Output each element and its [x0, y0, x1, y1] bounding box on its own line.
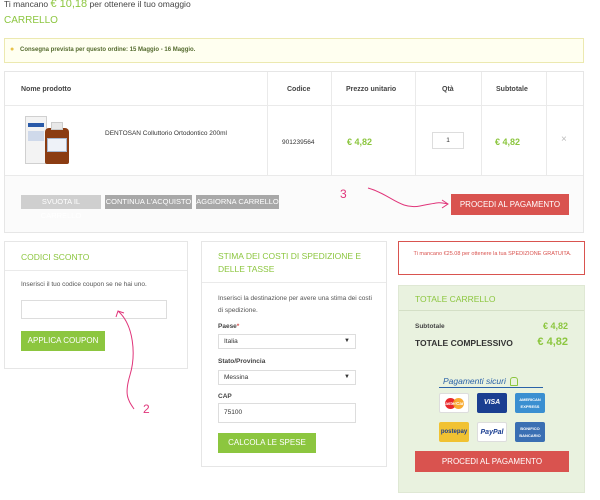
zip-value: 75100: [224, 409, 243, 416]
bank-transfer-icon: BONIFICO BANCARIO: [515, 422, 545, 442]
delivery-notice-text: Consegna prevista per questo ordine: 15 …: [20, 47, 196, 53]
grand-total-value: € 4,82: [537, 336, 568, 348]
shipping-panel: STIMA DEI COSTI DI SPEDIZIONE E DELLE TA…: [201, 241, 387, 467]
annotation-step-3: 3: [340, 187, 347, 201]
delivery-notice-box: ● Consegna prevista per questo ordine: 1…: [4, 38, 584, 63]
zip-label: CAP: [218, 393, 232, 400]
table-row: DENTOSAN Colluttorio Ortodontico 200ml 9…: [5, 106, 583, 175]
visa-icon: VISA: [477, 393, 507, 413]
continue-shopping-button[interactable]: CONTINUA L'ACQUISTO: [105, 195, 192, 209]
cart-table: Nome prodotto Codice Prezzo unitario Qtà…: [4, 71, 584, 233]
page-title: CARRELLO: [4, 15, 58, 26]
product-image[interactable]: [25, 114, 80, 166]
state-label: Stato/Provincia: [218, 358, 266, 365]
empty-cart-button[interactable]: SVUOTA IL CARRELLO: [21, 195, 101, 220]
quantity-input[interactable]: 1: [432, 132, 464, 149]
row-subtotal: € 4,82: [495, 137, 521, 147]
country-value: Italia: [224, 338, 238, 345]
apply-coupon-button[interactable]: APPLICA COUPON: [21, 331, 105, 351]
free-shipping-notice: Ti mancano €25.08 per ottenere la tua SP…: [398, 241, 585, 275]
col-header-qty: Qtà: [442, 86, 454, 93]
product-code: 901239564: [282, 139, 315, 146]
chevron-down-icon: ▼: [344, 374, 350, 380]
update-cart-button[interactable]: AGGIORNA CARRELLO: [196, 195, 279, 209]
zip-input[interactable]: 75100: [218, 403, 356, 423]
shipping-title-line2: DELLE TASSE: [218, 264, 275, 274]
banner-prefix: Ti mancano: [4, 0, 49, 9]
col-header-price: Prezzo unitario: [346, 86, 397, 93]
subtotal-value: € 4,82: [542, 321, 568, 331]
banner-amount: € 10,18: [50, 0, 88, 10]
product-name[interactable]: DENTOSAN Colluttorio Ortodontico 200ml: [105, 130, 227, 137]
col-header-subtotal: Subtotale: [496, 86, 528, 93]
shipping-title-line1: STIMA DEI COSTI DI SPEDIZIONE E: [218, 251, 362, 261]
free-shipping-text: Ti mancano €25.08 per ottenere la tua SP…: [413, 251, 572, 257]
banner-suffix: per ottenere il tuo omaggio: [89, 0, 191, 9]
mastercard-icon: MasterCard: [439, 393, 469, 413]
quantity-value: 1: [446, 137, 450, 144]
country-label: Paese*: [218, 323, 240, 330]
totals-title: TOTALE CARRELLO: [415, 294, 496, 304]
coupon-title: CODICI SCONTO: [21, 252, 90, 262]
calculate-shipping-button[interactable]: CALCOLA LE SPESE: [218, 433, 316, 453]
chevron-down-icon: ▼: [344, 338, 350, 344]
cart-totals-panel: TOTALE CARRELLO Subtotale € 4,82 TOTALE …: [398, 285, 585, 493]
state-select[interactable]: Messina ▼: [218, 370, 356, 385]
remove-item-icon[interactable]: ×: [561, 134, 567, 145]
unit-price: € 4,82: [347, 137, 373, 147]
coupon-panel: CODICI SCONTO Inserisci il tuo codice co…: [4, 241, 188, 369]
state-value: Messina: [224, 374, 249, 381]
country-select[interactable]: Italia ▼: [218, 334, 356, 349]
top-banner: Ti mancano € 10,18 per ottenere il tuo o…: [4, 0, 191, 10]
shipping-description: Inserisci la destinazione per avere una …: [218, 295, 372, 314]
coupon-description: Inserisci il tuo codice coupon se ne hai…: [21, 281, 147, 288]
checkout-button-top[interactable]: PROCEDI AL PAGAMENTO: [451, 194, 569, 215]
annotation-arrow-2: [115, 310, 135, 410]
checkout-button-bottom[interactable]: PROCEDI AL PAGAMENTO: [415, 451, 569, 472]
lightbulb-icon: ●: [10, 46, 15, 53]
secure-payments-label: Pagamenti sicuri: [443, 376, 519, 387]
col-header-code: Codice: [287, 86, 311, 93]
grand-total-label: TOTALE COMPLESSIVO: [415, 338, 513, 348]
annotation-step-2: 2: [143, 402, 150, 416]
col-header-name: Nome prodotto: [21, 86, 72, 93]
lock-icon: [510, 377, 519, 387]
annotation-arrow-3: [367, 187, 449, 209]
paypal-icon: PayPal: [477, 422, 507, 442]
postepay-icon: postepay: [439, 422, 469, 442]
amex-icon: AMERICAN EXPRESS: [515, 393, 545, 413]
subtotal-label: Subtotale: [415, 323, 445, 330]
